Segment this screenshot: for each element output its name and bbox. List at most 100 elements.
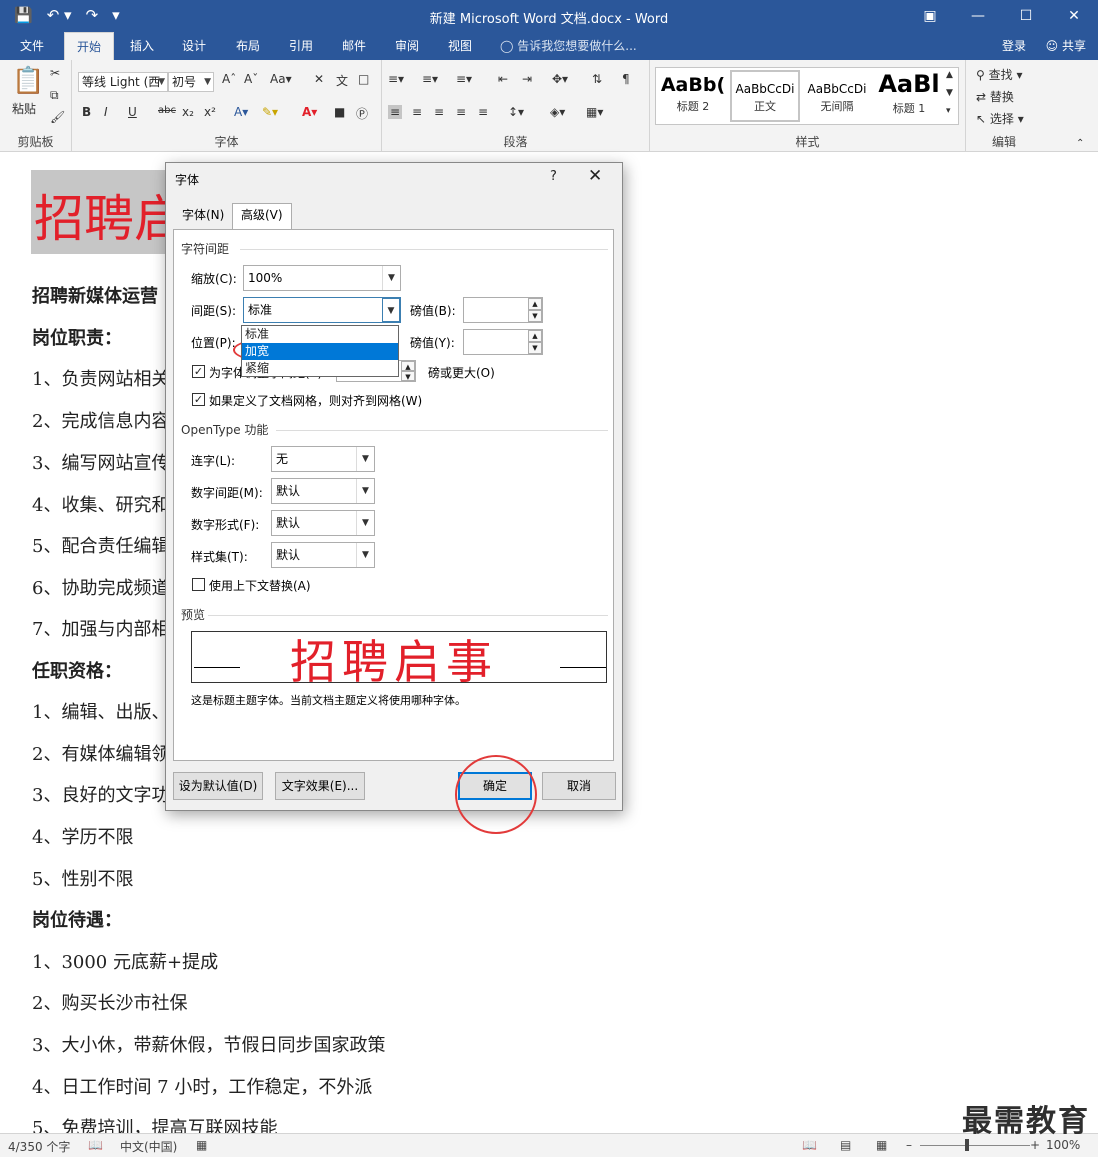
set-default-button[interactable]: 设为默认值(D) <box>173 772 263 800</box>
spin-down-icon[interactable]: ▼ <box>528 342 542 354</box>
font-color-icon[interactable]: A▾ <box>302 105 317 119</box>
show-marks-icon[interactable]: ¶ <box>622 72 630 86</box>
scale-combo[interactable]: 100% ▼ <box>243 265 401 291</box>
spacing-option-normal[interactable]: 标准 <box>242 326 398 343</box>
tab-mailings[interactable]: 邮件 <box>330 32 378 60</box>
sort-icon[interactable]: ⇅ <box>592 72 602 86</box>
print-layout-icon[interactable]: ▤ <box>840 1138 851 1152</box>
web-layout-icon[interactable]: ▦ <box>876 1138 887 1152</box>
decrease-indent-icon[interactable]: ⇤ <box>498 72 508 86</box>
strikethrough-button[interactable]: abc <box>158 105 176 116</box>
grid-checkbox[interactable]: ✓ <box>192 393 205 406</box>
style-heading1[interactable]: AaBl 标题 1 <box>874 70 944 122</box>
numbering-icon[interactable]: ≡▾ <box>422 72 438 86</box>
zoom-in-icon[interactable]: + <box>1030 1138 1040 1152</box>
position-points-spinner[interactable]: ▲ ▼ <box>463 329 543 355</box>
spin-up-icon[interactable]: ▲ <box>528 298 542 310</box>
copy-icon[interactable]: ⧉ <box>50 88 59 103</box>
style-heading2[interactable]: AaBb( 标题 2 <box>658 70 728 122</box>
text-effects-button[interactable]: 文字效果(E)... <box>275 772 365 800</box>
enclose-char-icon[interactable]: Ⓟ <box>356 105 368 122</box>
grow-font-icon[interactable]: Aˆ <box>222 72 236 86</box>
multilevel-list-icon[interactable]: ≡▾ <box>456 72 472 86</box>
distributed-icon[interactable]: ≡ <box>478 105 488 119</box>
ok-button[interactable]: 确定 <box>458 772 532 800</box>
spacing-combo[interactable]: 标准 ▼ <box>243 297 401 323</box>
paste-label[interactable]: 粘贴 <box>12 100 36 117</box>
tab-layout[interactable]: 布局 <box>224 32 272 60</box>
font-name-combo[interactable]: 等线 Light (西 ▼ <box>78 72 168 92</box>
zoom-level[interactable]: 100% <box>1046 1138 1080 1152</box>
align-center-icon[interactable]: ≡ <box>412 105 422 119</box>
italic-button[interactable]: I <box>104 105 108 119</box>
proofing-icon[interactable]: 📖 <box>88 1138 103 1152</box>
zoom-out-icon[interactable]: – <box>906 1138 912 1152</box>
zoom-slider[interactable] <box>920 1145 1030 1146</box>
spacing-option-condensed[interactable]: 紧缩 <box>242 360 398 377</box>
language-status[interactable]: 中文(中国) <box>120 1138 177 1155</box>
minimize-icon[interactable]: — <box>954 0 1002 32</box>
kerning-checkbox[interactable]: ✓ <box>192 365 205 378</box>
subscript-button[interactable]: x₂ <box>182 105 194 119</box>
cut-icon[interactable]: ✂ <box>50 66 60 80</box>
shrink-font-icon[interactable]: Aˇ <box>244 72 258 86</box>
spin-up-icon[interactable]: ▲ <box>528 330 542 342</box>
share-button[interactable]: ☺ 共享 <box>1046 32 1086 60</box>
tab-insert[interactable]: 插入 <box>118 32 166 60</box>
stylistic-set-combo[interactable]: 默认 ▼ <box>271 542 375 568</box>
number-spacing-combo[interactable]: 默认 ▼ <box>271 478 375 504</box>
superscript-button[interactable]: x² <box>204 105 216 119</box>
font-size-combo[interactable]: 初号 ▼ <box>168 72 214 92</box>
close-icon[interactable]: ✕ <box>1050 0 1098 32</box>
read-mode-icon[interactable]: 📖 <box>802 1138 817 1152</box>
macro-icon[interactable]: ▦ <box>196 1138 207 1152</box>
tell-me-box[interactable]: ◯ 告诉我您想要做什么... <box>500 32 637 60</box>
gallery-down-icon[interactable]: ▼ <box>946 88 953 98</box>
phonetic-guide-icon[interactable]: 文 <box>336 72 348 89</box>
zoom-thumb[interactable] <box>965 1139 969 1151</box>
ligature-combo[interactable]: 无 ▼ <box>271 446 375 472</box>
shading-icon[interactable]: ◈▾ <box>550 105 565 119</box>
bullets-icon[interactable]: ≡▾ <box>388 72 404 86</box>
asian-layout-icon[interactable]: ✥▾ <box>552 72 568 86</box>
replace-button[interactable]: ⇄ 替换 <box>976 88 1014 105</box>
close-icon[interactable]: ✕ <box>588 166 602 186</box>
line-spacing-icon[interactable]: ↕▾ <box>508 105 524 119</box>
style-no-spacing[interactable]: AaBbCcDi 无间隔 <box>802 70 872 122</box>
tab-references[interactable]: 引用 <box>277 32 325 60</box>
word-count[interactable]: 4/350 个字 <box>8 1138 70 1155</box>
align-right-icon[interactable]: ≡ <box>434 105 444 119</box>
spin-down-icon[interactable]: ▼ <box>528 310 542 322</box>
help-icon[interactable]: ? <box>550 169 557 184</box>
tab-advanced[interactable]: 高级(V) <box>232 203 292 230</box>
maximize-icon[interactable]: ☐ <box>1002 0 1050 32</box>
select-button[interactable]: ↖ 选择 ▾ <box>976 110 1024 127</box>
tab-font[interactable]: 字体(N) <box>174 204 232 228</box>
text-effects-icon[interactable]: A▾ <box>234 105 248 119</box>
clear-format-icon[interactable]: ✕ <box>314 72 324 86</box>
spacing-points-spinner[interactable]: ▲ ▼ <box>463 297 543 323</box>
bold-button[interactable]: B <box>82 105 91 119</box>
char-border-icon[interactable]: □ <box>358 72 369 86</box>
tab-file[interactable]: 文件 <box>8 32 56 60</box>
spin-up-icon[interactable]: ▲ <box>401 361 415 371</box>
tab-design[interactable]: 设计 <box>170 32 218 60</box>
spacing-option-expanded[interactable]: 加宽 <box>242 343 398 360</box>
gallery-more-icon[interactable]: ▾ <box>946 106 951 116</box>
char-shading-icon[interactable]: ■ <box>334 105 345 119</box>
tab-view[interactable]: 视图 <box>436 32 484 60</box>
style-normal[interactable]: AaBbCcDi 正文 <box>730 70 800 122</box>
collapse-ribbon-icon[interactable]: ⌃ <box>1076 138 1084 149</box>
cancel-button[interactable]: 取消 <box>542 772 616 800</box>
gallery-up-icon[interactable]: ▲ <box>946 70 953 80</box>
underline-button[interactable]: U <box>128 105 137 119</box>
login-link[interactable]: 登录 <box>1002 32 1026 60</box>
justify-icon[interactable]: ≡ <box>456 105 466 119</box>
align-left-icon[interactable]: ≡ <box>388 105 403 119</box>
highlight-icon[interactable]: ✎▾ <box>262 105 278 119</box>
contextual-checkbox[interactable] <box>192 578 205 591</box>
change-case-icon[interactable]: Aa▾ <box>270 72 292 86</box>
paste-icon[interactable]: 📋 <box>12 66 44 96</box>
number-form-combo[interactable]: 默认 ▼ <box>271 510 375 536</box>
borders-icon[interactable]: ▦▾ <box>586 105 603 119</box>
